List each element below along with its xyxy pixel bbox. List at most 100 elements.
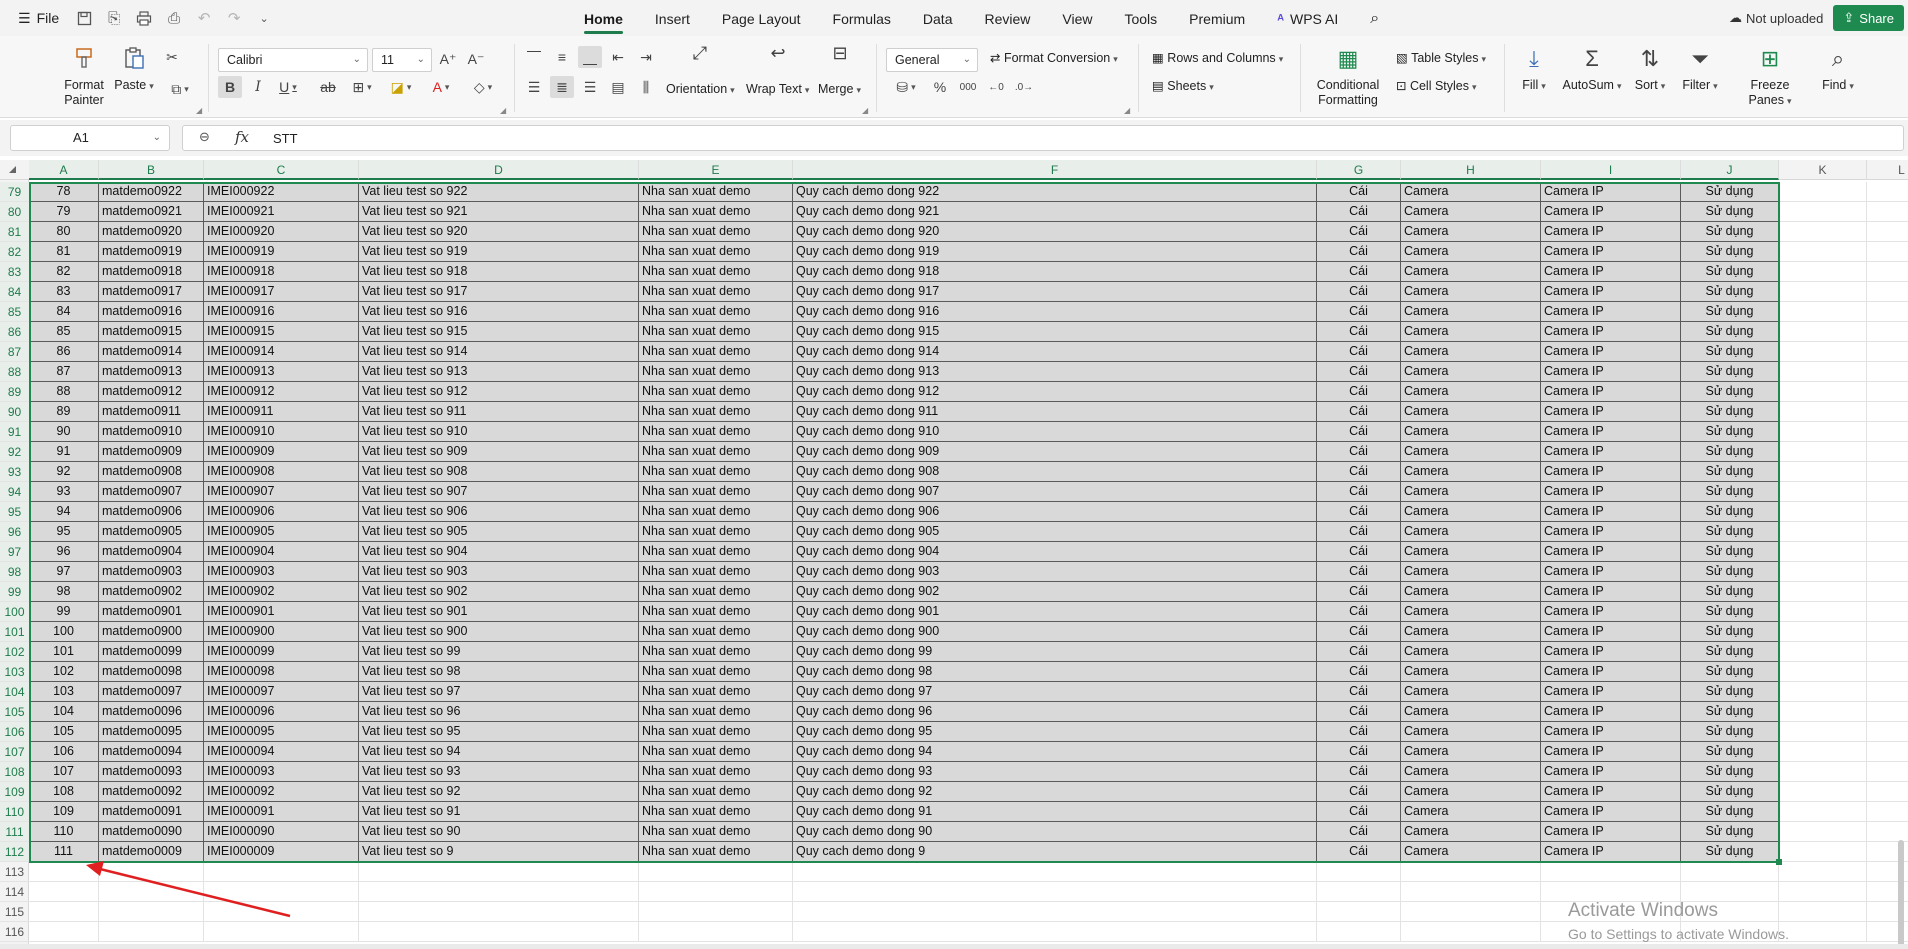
column-header-g[interactable]: G bbox=[1317, 160, 1401, 180]
cell-d[interactable]: Vat lieu test so 916 bbox=[359, 302, 639, 322]
row-header[interactable]: 92 bbox=[0, 442, 29, 462]
cell-i[interactable]: Camera IP bbox=[1541, 622, 1681, 642]
fill-button[interactable]: ⤓ Fill ▾ bbox=[1514, 44, 1554, 94]
cell-a[interactable]: 79 bbox=[29, 202, 99, 222]
cell-g[interactable]: Cái bbox=[1317, 722, 1401, 742]
cell-c[interactable]: IMEI000915 bbox=[204, 322, 359, 342]
cell-l[interactable] bbox=[1867, 422, 1908, 442]
cell-g[interactable]: Cái bbox=[1317, 622, 1401, 642]
format-painter-button[interactable]: Format Painter bbox=[60, 44, 108, 108]
cell-a[interactable]: 94 bbox=[29, 502, 99, 522]
cell-a[interactable]: 84 bbox=[29, 302, 99, 322]
cell-f[interactable]: Quy cach demo dong 901 bbox=[793, 602, 1317, 622]
column-header-b[interactable]: B bbox=[99, 160, 204, 180]
zoom-formula-icon[interactable]: ⊖ bbox=[199, 129, 210, 145]
freeze-panes-button[interactable]: ⊞ Freeze Panes ▾ bbox=[1728, 44, 1812, 109]
cell-a[interactable]: 96 bbox=[29, 542, 99, 562]
cell-h[interactable]: Camera bbox=[1401, 222, 1541, 242]
cell-k[interactable] bbox=[1779, 582, 1867, 602]
cell-a[interactable]: 89 bbox=[29, 402, 99, 422]
cell-e[interactable]: Nha san xuat demo bbox=[639, 182, 793, 202]
cell-k[interactable] bbox=[1779, 522, 1867, 542]
cell-e[interactable]: Nha san xuat demo bbox=[639, 422, 793, 442]
cell-c[interactable]: IMEI000911 bbox=[204, 402, 359, 422]
cell-e[interactable]: Nha san xuat demo bbox=[639, 362, 793, 382]
cell-d[interactable]: Vat lieu test so 913 bbox=[359, 362, 639, 382]
cell-c[interactable] bbox=[204, 882, 359, 902]
cell-c[interactable]: IMEI000099 bbox=[204, 642, 359, 662]
cell-h[interactable]: Camera bbox=[1401, 702, 1541, 722]
cell-h[interactable]: Camera bbox=[1401, 402, 1541, 422]
cell-l[interactable] bbox=[1867, 382, 1908, 402]
clipboard-dialog-launcher-icon[interactable]: ◢ bbox=[196, 106, 202, 115]
cell-g[interactable]: Cái bbox=[1317, 362, 1401, 382]
cell-l[interactable] bbox=[1867, 802, 1908, 822]
tab-page-layout[interactable]: Page Layout bbox=[706, 0, 817, 36]
row-header[interactable]: 86 bbox=[0, 322, 29, 342]
cell-e[interactable]: Nha san xuat demo bbox=[639, 722, 793, 742]
cell-g[interactable]: Cái bbox=[1317, 262, 1401, 282]
cell-j[interactable]: Sử dụng bbox=[1681, 262, 1779, 282]
cell-a[interactable] bbox=[29, 882, 99, 902]
column-header-l[interactable]: L bbox=[1867, 160, 1908, 180]
cut-icon[interactable]: ✂ bbox=[160, 46, 184, 68]
row-header[interactable]: 102 bbox=[0, 642, 29, 662]
upload-status[interactable]: ☁ Not uploaded bbox=[1729, 10, 1823, 26]
cell-g[interactable]: Cái bbox=[1317, 762, 1401, 782]
cell-j[interactable]: Sử dụng bbox=[1681, 442, 1779, 462]
cell-c[interactable]: IMEI000920 bbox=[204, 222, 359, 242]
cell-h[interactable]: Camera bbox=[1401, 502, 1541, 522]
cell-l[interactable] bbox=[1867, 602, 1908, 622]
cell-d[interactable]: Vat lieu test so 90 bbox=[359, 822, 639, 842]
cell-a[interactable]: 90 bbox=[29, 422, 99, 442]
cell-b[interactable]: matdemo0918 bbox=[99, 262, 204, 282]
cell-b[interactable]: matdemo0092 bbox=[99, 782, 204, 802]
cell-e[interactable] bbox=[639, 922, 793, 942]
cell-c[interactable]: IMEI000914 bbox=[204, 342, 359, 362]
cell-i[interactable]: Camera IP bbox=[1541, 202, 1681, 222]
cell-e[interactable]: Nha san xuat demo bbox=[639, 382, 793, 402]
cell-e[interactable]: Nha san xuat demo bbox=[639, 742, 793, 762]
cell-e[interactable]: Nha san xuat demo bbox=[639, 802, 793, 822]
cell-e[interactable]: Nha san xuat demo bbox=[639, 522, 793, 542]
cell-f[interactable]: Quy cach demo dong 905 bbox=[793, 522, 1317, 542]
cell-a[interactable]: 97 bbox=[29, 562, 99, 582]
cell-a[interactable]: 108 bbox=[29, 782, 99, 802]
cell-h[interactable]: Camera bbox=[1401, 542, 1541, 562]
cell-f[interactable]: Quy cach demo dong 95 bbox=[793, 722, 1317, 742]
cell-j[interactable] bbox=[1681, 862, 1779, 882]
cell-b[interactable]: matdemo0904 bbox=[99, 542, 204, 562]
cell-j[interactable]: Sử dụng bbox=[1681, 722, 1779, 742]
row-header[interactable]: 82 bbox=[0, 242, 29, 262]
cell-a[interactable]: 87 bbox=[29, 362, 99, 382]
row-header[interactable]: 94 bbox=[0, 482, 29, 502]
cell-k[interactable] bbox=[1779, 182, 1867, 202]
cell-c[interactable]: IMEI000917 bbox=[204, 282, 359, 302]
cell-k[interactable] bbox=[1779, 622, 1867, 642]
cell-l[interactable] bbox=[1867, 662, 1908, 682]
cell-j[interactable]: Sử dụng bbox=[1681, 362, 1779, 382]
cell-a[interactable]: 111 bbox=[29, 842, 99, 862]
cell-c[interactable]: IMEI000098 bbox=[204, 662, 359, 682]
cell-b[interactable]: matdemo0905 bbox=[99, 522, 204, 542]
cell-b[interactable]: matdemo0903 bbox=[99, 562, 204, 582]
font-size-combo[interactable]: 11 ⌄ bbox=[372, 48, 432, 72]
cell-f[interactable]: Quy cach demo dong 94 bbox=[793, 742, 1317, 762]
alignment-dialog-launcher-icon[interactable]: ◢ bbox=[862, 106, 868, 115]
sheet-grid[interactable]: ABCDEFGHIJKL 78 matdemo0922 IMEI000922 Vat … bbox=[0, 160, 1908, 949]
cell-i[interactable]: Camera IP bbox=[1541, 762, 1681, 782]
cell-g[interactable] bbox=[1317, 882, 1401, 902]
cell-g[interactable]: Cái bbox=[1317, 222, 1401, 242]
cell-b[interactable]: matdemo0900 bbox=[99, 622, 204, 642]
cell-e[interactable]: Nha san xuat demo bbox=[639, 282, 793, 302]
orientation-button[interactable]: Orientation ▾ bbox=[666, 82, 735, 96]
cell-g[interactable]: Cái bbox=[1317, 442, 1401, 462]
cell-g[interactable]: Cái bbox=[1317, 562, 1401, 582]
cell-g[interactable]: Cái bbox=[1317, 582, 1401, 602]
cell-d[interactable]: Vat lieu test so 909 bbox=[359, 442, 639, 462]
cell-j[interactable]: Sử dụng bbox=[1681, 502, 1779, 522]
cell-k[interactable] bbox=[1779, 602, 1867, 622]
fill-color-icon[interactable]: ◪ ▾ bbox=[384, 76, 418, 98]
row-header[interactable]: 83 bbox=[0, 262, 29, 282]
cell-c[interactable]: IMEI000921 bbox=[204, 202, 359, 222]
